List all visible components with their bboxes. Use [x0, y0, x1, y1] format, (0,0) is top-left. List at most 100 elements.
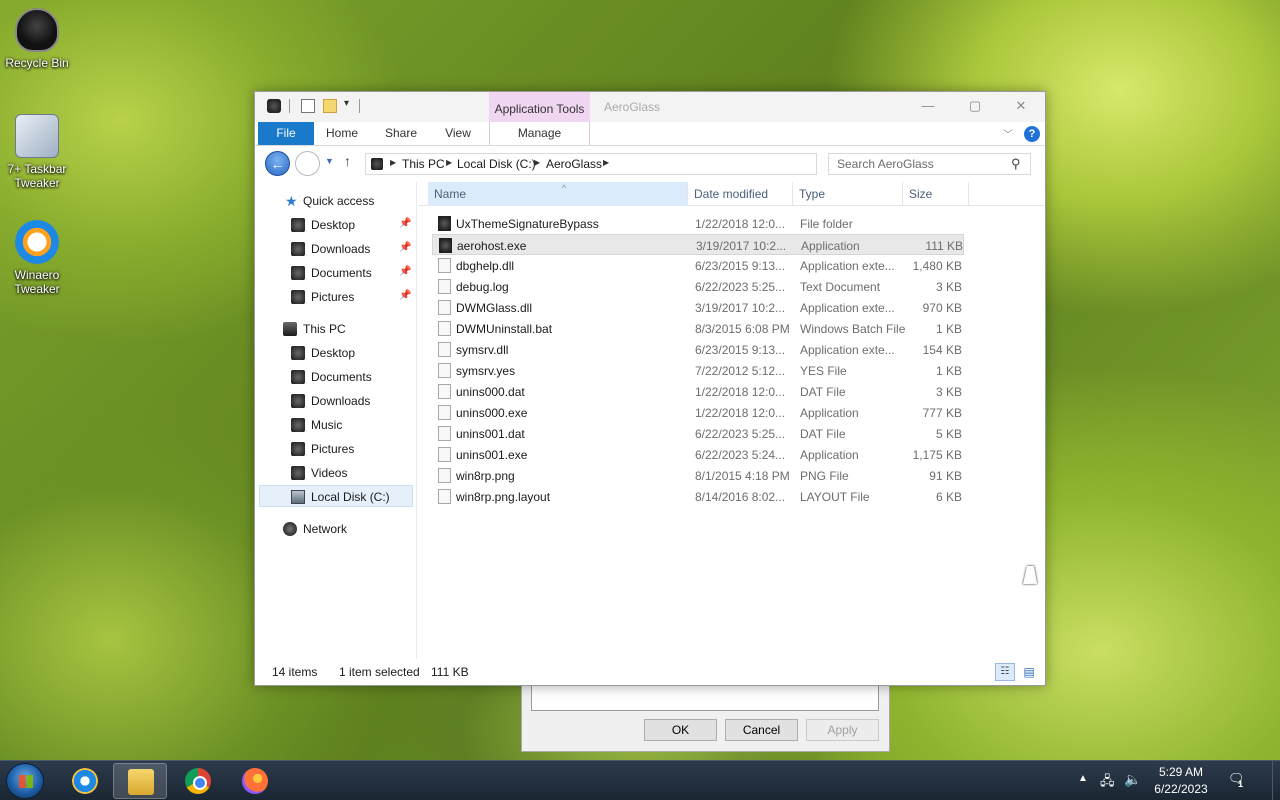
tab-view[interactable]: View	[435, 122, 481, 145]
nav-quick-pictures[interactable]: Pictures 📌	[255, 286, 415, 308]
generic-file-icon	[438, 426, 451, 441]
cancel-button[interactable]: Cancel	[725, 719, 798, 741]
dll-file-icon	[438, 342, 451, 357]
file-row[interactable]: win8rp.png 8/1/2015 4:18 PM PNG File 91 …	[432, 465, 964, 486]
dialog-text-field[interactable]	[531, 685, 879, 711]
taskbar-chrome[interactable]	[171, 763, 225, 799]
file-type: Application	[801, 239, 860, 253]
nav-label: Quick access	[303, 194, 375, 208]
breadcrumb-arrow-icon[interactable]: ▶	[534, 158, 540, 167]
start-button[interactable]	[6, 763, 44, 799]
search-icon[interactable]: ⚲	[1011, 156, 1021, 172]
nav-pc-downloads[interactable]: Downloads	[255, 390, 415, 412]
forward-button[interactable]	[295, 151, 320, 176]
nav-this-pc[interactable]: This PC	[255, 318, 415, 340]
pin-icon: 📌	[399, 218, 412, 229]
search-input[interactable]: Search AeroGlass ⚲	[828, 153, 1031, 175]
maximize-button[interactable]: ▢	[952, 92, 998, 121]
ok-button[interactable]: OK	[644, 719, 717, 741]
file-row[interactable]: symsrv.yes 7/22/2012 5:12... YES File 1 …	[432, 360, 964, 381]
tab-share[interactable]: Share	[373, 122, 429, 145]
expand-ribbon-icon[interactable]: ﹀	[1003, 126, 1013, 141]
file-explorer-window: ▾ Application Tools AeroGlass — ▢ ✕ File…	[254, 91, 1046, 686]
nav-pc-videos[interactable]: Videos	[255, 462, 415, 484]
network-status-icon[interactable]: 🖧	[1100, 772, 1115, 794]
file-row[interactable]: unins000.exe 1/22/2018 12:0... Applicati…	[432, 402, 964, 423]
minimize-button[interactable]: —	[905, 92, 951, 121]
nav-pc-local-disk[interactable]: Local Disk (C:)	[259, 485, 413, 507]
file-row[interactable]: DWMUninstall.bat 8/3/2015 6:08 PM Window…	[432, 318, 964, 339]
taskbar-file-explorer[interactable]	[113, 763, 167, 799]
breadcrumb-aeroglass[interactable]: AeroGlass	[546, 157, 602, 171]
file-date: 8/1/2015 4:18 PM	[695, 469, 790, 483]
nav-quick-documents[interactable]: Documents 📌	[255, 262, 415, 284]
taskbar-firefox[interactable]	[228, 763, 282, 799]
file-row[interactable]: DWMGlass.dll 3/19/2017 10:2... Applicati…	[432, 297, 964, 318]
file-row[interactable]: win8rp.png.layout 8/14/2016 8:02... LAYO…	[432, 486, 964, 507]
image-file-icon	[438, 468, 451, 483]
file-row[interactable]: dbghelp.dll 6/23/2015 9:13... Applicatio…	[432, 255, 964, 276]
up-arrow-icon[interactable]: ↑	[344, 153, 351, 169]
clock-time[interactable]: 5:29 AM	[1148, 765, 1214, 779]
apply-button[interactable]: Apply	[806, 719, 879, 741]
clock-date[interactable]: 6/22/2023	[1148, 782, 1214, 796]
file-date: 8/14/2016 8:02...	[695, 490, 786, 504]
new-folder-icon[interactable]	[323, 99, 337, 113]
file-row[interactable]: unins001.dat 6/22/2023 5:25... DAT File …	[432, 423, 964, 444]
nav-pc-music[interactable]: Music	[255, 414, 415, 436]
breadcrumb-arrow-icon[interactable]: ▶	[390, 158, 396, 167]
file-row[interactable]: unins000.dat 1/22/2018 12:0... DAT File …	[432, 381, 964, 402]
title-bar[interactable]: ▾ Application Tools AeroGlass — ▢ ✕	[255, 92, 1045, 122]
chevron-down-icon[interactable]: ▾	[344, 98, 349, 109]
nav-label: Downloads	[311, 394, 371, 408]
dll-file-icon	[438, 300, 451, 315]
show-desktop-button[interactable]	[1272, 761, 1280, 800]
breadcrumb-local-disk[interactable]: Local Disk (C:)	[457, 157, 536, 171]
app-icon[interactable]	[267, 99, 281, 113]
file-type: DAT File	[800, 427, 846, 441]
properties-icon[interactable]	[301, 99, 315, 113]
nav-quick-access[interactable]: ★ Quick access	[255, 190, 415, 212]
column-header-size[interactable]: Size	[903, 182, 969, 206]
file-date: 1/22/2018 12:0...	[695, 406, 786, 420]
navigation-pane: ★ Quick access Desktop 📌 Downloads 📌 Doc…	[255, 182, 417, 659]
column-header-date[interactable]: Date modified	[688, 182, 793, 206]
large-icons-view-icon[interactable]: ▤	[1019, 663, 1039, 681]
nav-pc-documents[interactable]: Documents	[255, 366, 415, 388]
volume-icon[interactable]: 🔈	[1124, 771, 1141, 788]
column-header-label: Name	[434, 187, 467, 201]
nav-quick-downloads[interactable]: Downloads 📌	[255, 238, 415, 260]
desktop-icon-recycle-bin[interactable]: Recycle Bin	[0, 8, 74, 70]
nav-quick-desktop[interactable]: Desktop 📌	[255, 214, 415, 236]
close-button[interactable]: ✕	[998, 92, 1044, 121]
file-row[interactable]: unins001.exe 6/22/2023 5:24... Applicati…	[432, 444, 964, 465]
back-button[interactable]: ←	[265, 151, 290, 176]
tab-file[interactable]: File	[258, 122, 314, 145]
file-row[interactable]: debug.log 6/22/2023 5:25... Text Documen…	[432, 276, 964, 297]
column-header-name[interactable]: Name ^	[428, 182, 688, 206]
desktop-folder-icon	[291, 346, 305, 360]
recent-locations-icon[interactable]: ▼	[325, 156, 334, 166]
help-icon[interactable]: ?	[1024, 126, 1040, 142]
tab-home[interactable]: Home	[317, 122, 367, 145]
file-row[interactable]: aerohost.exe 3/19/2017 10:2... Applicati…	[432, 234, 964, 255]
nav-pc-desktop[interactable]: Desktop	[255, 342, 415, 364]
column-header-type[interactable]: Type	[793, 182, 903, 206]
nav-label: Network	[303, 522, 348, 536]
breadcrumb-arrow-icon[interactable]: ▶	[603, 158, 609, 167]
breadcrumb-this-pc[interactable]: This PC	[402, 157, 445, 171]
file-list: Name ^ Date modified Type Size UxThemeSi…	[418, 182, 1044, 659]
nav-pc-pictures[interactable]: Pictures	[255, 438, 415, 460]
breadcrumb-arrow-icon[interactable]: ▶	[446, 158, 452, 167]
address-bar[interactable]: ▶ This PC ▶ Local Disk (C:) ▶ AeroGlass …	[365, 153, 910, 175]
taskbar-internet-explorer[interactable]	[58, 763, 112, 799]
show-hidden-icons-icon[interactable]: ▲	[1078, 773, 1088, 784]
file-row[interactable]: symsrv.dll 6/23/2015 9:13... Application…	[432, 339, 964, 360]
tab-manage[interactable]: Manage	[489, 122, 590, 145]
file-row[interactable]: UxThemeSignatureBypass 1/22/2018 12:0...…	[432, 213, 964, 234]
nav-network[interactable]: Network	[255, 518, 415, 540]
desktop-icon-taskbar-tweaker[interactable]: 7+ Taskbar Tweaker	[0, 114, 74, 190]
details-view-icon[interactable]: ☷	[995, 663, 1015, 681]
pictures-folder-icon	[291, 442, 305, 456]
desktop-icon-winaero-tweaker[interactable]: Winaero Tweaker	[0, 220, 74, 296]
